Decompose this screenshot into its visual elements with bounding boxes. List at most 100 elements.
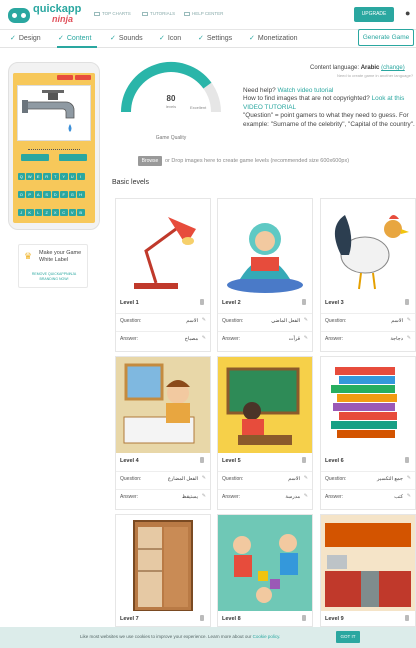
level-title: Level 7 xyxy=(120,616,139,622)
trash-icon[interactable] xyxy=(200,457,204,463)
generate-game-button[interactable]: Generate Game xyxy=(358,29,414,46)
question-row[interactable]: Question: جمع التكسير ✎ xyxy=(321,471,415,485)
level-card[interactable]: Level 7 xyxy=(115,514,211,627)
browse-button[interactable]: Browse xyxy=(138,156,162,166)
trash-icon[interactable] xyxy=(200,299,204,305)
answer-row[interactable]: Answer: مدرسة ✎ xyxy=(218,489,312,503)
level-title: Level 4 xyxy=(120,458,139,464)
phone-key: O xyxy=(17,191,25,198)
level-card[interactable]: Level 1 Question: الاسم ✎ Answer: مصباح ✎ xyxy=(115,198,211,352)
phone-preview: QWERTYUIOPASDFGHJKLZXCVBNM xyxy=(8,62,100,230)
drop-zone-text[interactable]: or Drop images here to create game level… xyxy=(165,158,349,164)
trash-icon[interactable] xyxy=(405,457,409,463)
user-icon[interactable]: ● xyxy=(405,8,410,18)
pencil-icon[interactable]: ✎ xyxy=(202,317,206,323)
phone-key: L xyxy=(34,209,42,216)
answer-row[interactable]: Answer: يستيقظ ✎ xyxy=(116,489,210,503)
question-row[interactable]: Question: الفعل المضارع ✎ xyxy=(116,471,210,485)
remove-branding-link[interactable]: REMOVE QUICKAPPNINJA BRANDING NOW! xyxy=(23,272,85,282)
question-row[interactable]: Question: الاسم ✎ xyxy=(116,313,210,327)
question-row[interactable]: Question: الاسم ✎ xyxy=(321,313,415,327)
nav-help-center[interactable]: HELP CENTER xyxy=(184,11,223,16)
pencil-icon[interactable]: ✎ xyxy=(304,335,308,341)
phone-answer-blanks xyxy=(28,147,80,150)
answer-value[interactable]: يستيقظ xyxy=(182,494,198,500)
level-card[interactable]: Level 6 Question: جمع التكسير ✎ Answer: كتب ✎ xyxy=(320,356,416,510)
level-card[interactable]: Level 2 Question: الفعل الماضي ✎ Answer: قرأت… xyxy=(217,198,313,352)
pencil-icon[interactable]: ✎ xyxy=(407,335,411,341)
pencil-icon[interactable]: ✎ xyxy=(407,493,411,499)
tab-sounds[interactable]: ✓ Sounds xyxy=(110,34,143,42)
answer-row[interactable]: Answer: كتب ✎ xyxy=(321,489,415,503)
trash-icon[interactable] xyxy=(200,615,204,621)
question-value[interactable]: جمع التكسير xyxy=(377,476,403,482)
tab-design[interactable]: ✓ Design xyxy=(10,34,41,42)
logo-text[interactable]: quickapp xyxy=(33,4,81,15)
logo-icon[interactable] xyxy=(8,8,30,23)
tab-settings[interactable]: ✓ Settings xyxy=(198,34,232,42)
phone-key: V xyxy=(68,209,76,216)
question-value[interactable]: الاسم xyxy=(391,318,403,324)
cookie-policy-link[interactable]: Cookie policy. xyxy=(253,634,281,639)
upgrade-button[interactable]: UPGRADE xyxy=(354,7,394,22)
pencil-icon[interactable]: ✎ xyxy=(304,475,308,481)
tab-icon[interactable]: ✓ Icon xyxy=(159,34,181,42)
answer-value[interactable]: دجاجة xyxy=(390,336,403,342)
trash-icon[interactable] xyxy=(405,615,409,621)
level-image[interactable] xyxy=(218,515,312,611)
nav-top-charts[interactable]: TOP CHARTS xyxy=(94,11,131,16)
level-card[interactable]: Level 5 Question: الاسم ✎ Answer: مدرسة ✎ xyxy=(217,356,313,510)
question-value[interactable]: الاسم xyxy=(288,476,300,482)
cookie-banner: Like most websites we use cookies to imp… xyxy=(0,627,416,648)
phone-key: W xyxy=(26,173,34,180)
help-text: Need help? Watch video tutorial How to f… xyxy=(243,87,416,129)
answer-row[interactable]: Answer: دجاجة ✎ xyxy=(321,331,415,345)
pencil-icon[interactable]: ✎ xyxy=(202,335,206,341)
phone-key: B xyxy=(77,209,85,216)
level-image[interactable] xyxy=(116,515,210,611)
help-line2: How to find images that are not copyrigh… xyxy=(243,95,372,103)
change-language-link[interactable]: (change) xyxy=(381,65,405,71)
answer-row[interactable]: Answer: قرأت ✎ xyxy=(218,331,312,345)
language-note[interactable]: Need to create game in another language? xyxy=(337,73,413,78)
question-row[interactable]: Question: الاسم ✎ xyxy=(218,471,312,485)
level-card[interactable]: Level 3 Question: الاسم ✎ Answer: دجاجة ✎ xyxy=(320,198,416,352)
question-value[interactable]: الفعل المضارع xyxy=(168,476,198,482)
nav-tutorials[interactable]: TUTORIALS xyxy=(142,11,175,16)
answer-value[interactable]: مدرسة xyxy=(285,494,300,500)
level-image[interactable] xyxy=(321,357,415,453)
pencil-icon[interactable]: ✎ xyxy=(202,475,206,481)
level-image[interactable] xyxy=(321,515,415,611)
trash-icon[interactable] xyxy=(302,457,306,463)
level-card[interactable]: Level 8 xyxy=(217,514,313,627)
got-it-button[interactable]: GOT IT xyxy=(336,631,360,643)
level-image[interactable] xyxy=(321,199,415,295)
level-image[interactable] xyxy=(218,357,312,453)
pencil-icon[interactable]: ✎ xyxy=(202,493,206,499)
answer-value[interactable]: قرأت xyxy=(289,336,300,342)
tab-monetization[interactable]: ✓ Monetization xyxy=(249,34,298,42)
trash-icon[interactable] xyxy=(405,299,409,305)
question-row[interactable]: Question: الفعل الماضي ✎ xyxy=(218,313,312,327)
level-card[interactable]: Level 4 Question: الفعل المضارع ✎ Answer: يست… xyxy=(115,356,211,510)
trash-icon[interactable] xyxy=(302,299,306,305)
pencil-icon[interactable]: ✎ xyxy=(304,317,308,323)
level-image[interactable] xyxy=(218,199,312,295)
tab-content[interactable]: ✓ Content xyxy=(58,34,91,42)
trash-icon[interactable] xyxy=(302,615,306,621)
level-image[interactable] xyxy=(116,357,210,453)
pencil-icon[interactable]: ✎ xyxy=(407,475,411,481)
level-image[interactable] xyxy=(116,199,210,295)
pencil-icon[interactable]: ✎ xyxy=(304,493,308,499)
tab-content-label: Content xyxy=(66,35,92,42)
level-card[interactable]: Level 9 xyxy=(320,514,416,627)
phone-hint-button-2 xyxy=(59,154,87,161)
answer-value[interactable]: كتب xyxy=(394,494,403,500)
answer-value[interactable]: مصباح xyxy=(185,336,198,342)
phone-keyboard: QWERTYUIOPASDFGHJKLZXCVBNM xyxy=(17,165,91,223)
pencil-icon[interactable]: ✎ xyxy=(407,317,411,323)
question-value[interactable]: الفعل الماضي xyxy=(271,318,300,324)
question-value[interactable]: الاسم xyxy=(186,318,198,324)
video-tutorial-link[interactable]: Watch video tutorial xyxy=(277,87,333,94)
answer-row[interactable]: Answer: مصباح ✎ xyxy=(116,331,210,345)
